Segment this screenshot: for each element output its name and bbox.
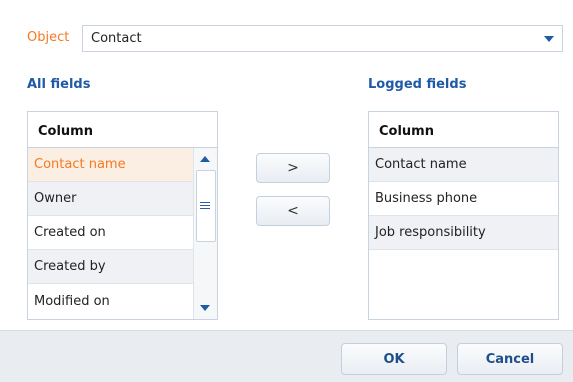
logged-fields-grid: Column Contact name Business phone Job r…	[368, 111, 559, 320]
grip-line	[200, 205, 210, 206]
chevron-down-icon[interactable]	[536, 26, 562, 51]
list-item[interactable]: Business phone	[369, 182, 558, 216]
object-label: Object	[27, 30, 70, 45]
all-fields-scrollbar[interactable]	[193, 148, 217, 319]
cancel-button[interactable]: Cancel	[457, 343, 563, 375]
all-fields-grid: Column Contact name Owner Created on Cre…	[27, 111, 218, 320]
remove-field-button[interactable]: <	[256, 196, 330, 226]
scroll-thumb[interactable]	[196, 170, 216, 242]
dialog-footer: OK Cancel	[0, 330, 573, 382]
grip-line	[200, 208, 210, 209]
list-item[interactable]: Contact name	[28, 148, 195, 182]
scroll-up-icon[interactable]	[194, 150, 216, 168]
list-item[interactable]: Created by	[28, 250, 195, 284]
all-fields-column-header: Column	[28, 112, 217, 148]
add-field-button[interactable]: >	[256, 153, 330, 183]
ok-button[interactable]: OK	[341, 343, 447, 375]
object-select-value: Contact	[91, 31, 142, 46]
logged-fields-title: Logged fields	[368, 77, 467, 92]
list-item[interactable]: Owner	[28, 182, 195, 216]
object-select[interactable]: Contact	[82, 25, 563, 52]
list-item[interactable]: Created on	[28, 216, 195, 250]
logged-fields-column-header: Column	[369, 112, 558, 148]
grip-line	[200, 202, 210, 203]
list-item[interactable]: Job responsibility	[369, 216, 558, 250]
list-item[interactable]: Contact name	[369, 148, 558, 182]
all-fields-title: All fields	[27, 77, 91, 92]
scroll-down-icon[interactable]	[194, 299, 216, 317]
list-item[interactable]: Modified on	[28, 284, 195, 318]
